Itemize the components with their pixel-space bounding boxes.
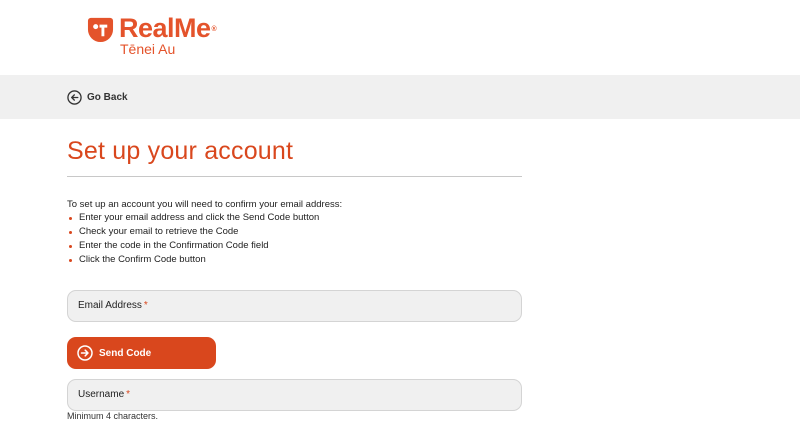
username-field[interactable]: Username *	[67, 379, 522, 411]
bullet-icon	[69, 230, 72, 234]
registered-mark: ®	[211, 26, 217, 33]
nav-bar: Go Back	[0, 75, 800, 119]
username-hint: Minimum 4 characters.	[67, 411, 159, 421]
email-field[interactable]: Email Address *	[67, 290, 522, 322]
list-item: Click the Confirm Code button	[67, 253, 319, 267]
realme-logo-icon	[87, 17, 114, 43]
bullet-icon	[69, 258, 72, 262]
go-back-link[interactable]: Go Back	[67, 90, 128, 105]
realme-logo[interactable]: RealMe® Tēnei Au	[87, 13, 217, 57]
step-text: Check your email to retrieve the Code	[79, 226, 239, 237]
username-input[interactable]	[68, 380, 521, 410]
email-input[interactable]	[68, 291, 521, 321]
go-back-label: Go Back	[87, 92, 128, 103]
list-item: Enter the code in the Confirmation Code …	[67, 239, 319, 253]
brand-name: RealMe	[119, 13, 211, 43]
arrow-left-circle-icon	[67, 90, 82, 105]
header: RealMe® Tēnei Au	[0, 0, 800, 75]
bullet-icon	[69, 216, 72, 220]
brand-subtitle: Tēnei Au	[120, 41, 176, 57]
arrow-right-circle-icon	[77, 345, 93, 361]
list-item: Enter your email address and click the S…	[67, 211, 319, 225]
bullet-icon	[69, 244, 72, 248]
intro-text: To set up an account you will need to co…	[67, 199, 343, 210]
step-text: Enter the code in the Confirmation Code …	[79, 240, 269, 251]
title-divider	[67, 176, 522, 177]
send-code-button[interactable]: Send Code	[67, 337, 216, 369]
page-title: Set up your account	[67, 137, 294, 165]
send-code-label: Send Code	[99, 347, 152, 359]
step-text: Enter your email address and click the S…	[79, 212, 320, 223]
list-item: Check your email to retrieve the Code	[67, 225, 319, 239]
step-text: Click the Confirm Code button	[79, 254, 206, 265]
steps-list: Enter your email address and click the S…	[67, 211, 319, 267]
